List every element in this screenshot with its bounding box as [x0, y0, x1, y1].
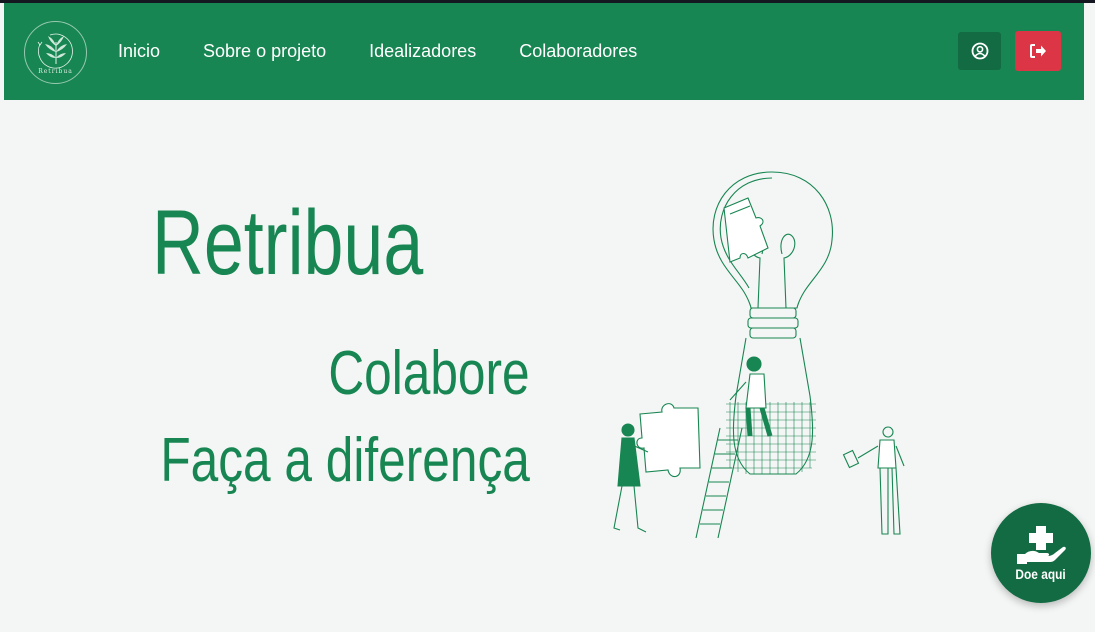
nav-item-inicio[interactable]: Inicio [118, 41, 160, 62]
lightbulb-teamwork-illustration [613, 171, 905, 539]
nav-item-colaboradores[interactable]: Colaboradores [519, 41, 637, 62]
nav-item-idealizadores[interactable]: Idealizadores [369, 41, 476, 62]
hero-title: Retribua [152, 192, 424, 294]
donate-label: Doe aqui [1015, 566, 1067, 582]
hand-holding-medical-icon [1017, 526, 1066, 564]
user-circle-icon [971, 42, 988, 60]
user-profile-button[interactable] [958, 32, 1001, 70]
nav-item-sobre-o-projeto[interactable]: Sobre o projeto [203, 41, 326, 62]
donate-button[interactable]: Doe aqui [991, 503, 1091, 603]
logout-button[interactable] [1015, 31, 1061, 71]
hero-subtitle-faca-a-diferenca: Faça a diferença [160, 426, 530, 495]
sign-out-icon [1030, 44, 1046, 58]
nav-links: Inicio Sobre o projeto Idealizadores Col… [118, 3, 680, 100]
brand-logo[interactable]: Retribua [24, 21, 87, 84]
navbar: Retribua Inicio Sobre o projeto Idealiza… [4, 3, 1084, 100]
logo-text: Retribua [38, 68, 73, 75]
hero-subtitle-colabore: Colabore [328, 339, 530, 408]
